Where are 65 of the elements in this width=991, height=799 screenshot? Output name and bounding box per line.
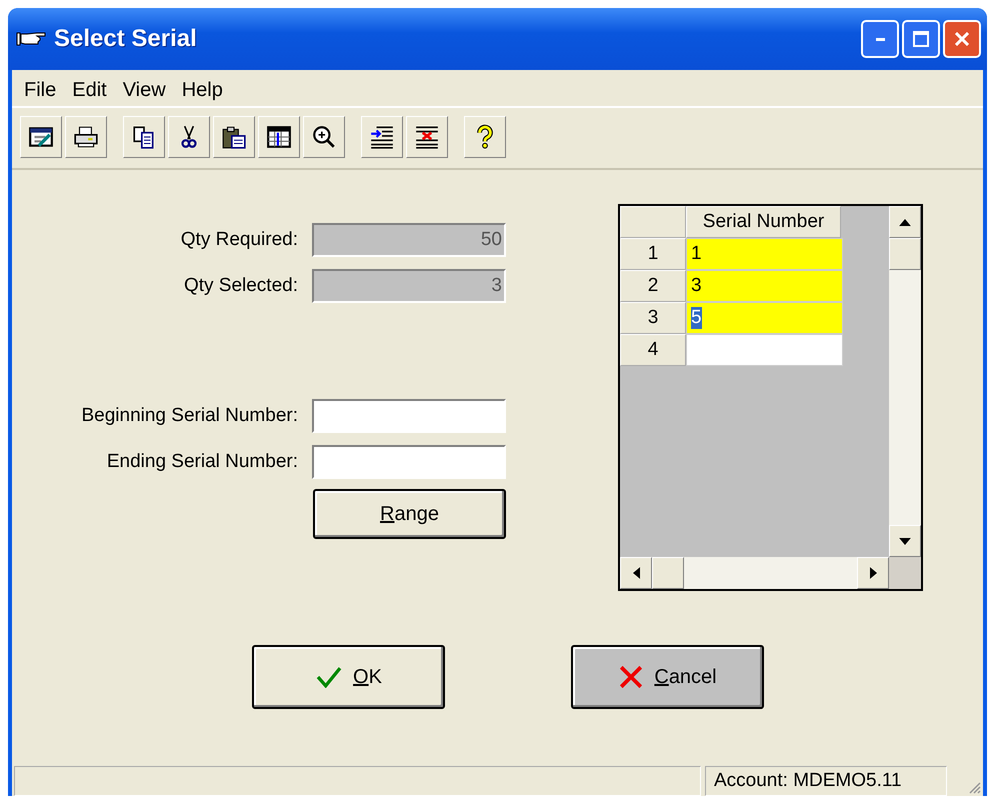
table-icon (266, 124, 292, 150)
table-cell[interactable] (686, 334, 843, 366)
range-button[interactable]: Range (313, 489, 506, 539)
printer-button[interactable] (65, 116, 107, 158)
field-label: Qty Required: (180, 229, 298, 251)
table-cell[interactable]: 3 (686, 270, 843, 302)
delete-lines-icon (414, 124, 440, 150)
scissors-button[interactable] (168, 116, 210, 158)
menu-item[interactable]: Edit (66, 78, 113, 102)
copy-button[interactable] (123, 116, 165, 158)
scroll-thumb[interactable] (889, 238, 921, 270)
scroll-right-button[interactable] (857, 557, 889, 589)
insert-lines-button[interactable] (361, 116, 403, 158)
pointing-hand-icon (16, 31, 46, 47)
row-header[interactable]: 3 (620, 302, 686, 334)
table-cell[interactable]: 5 (686, 302, 843, 334)
vertical-scrollbar[interactable] (889, 206, 921, 557)
form-icon (28, 124, 54, 150)
menu-item[interactable]: View (116, 78, 172, 102)
minimize-icon (876, 38, 884, 40)
checkmark-icon (315, 666, 344, 688)
scroll-down-button[interactable] (889, 525, 921, 557)
left-triangle-icon (632, 567, 640, 579)
horizontal-scrollbar[interactable] (620, 557, 889, 589)
down-triangle-icon (899, 538, 911, 544)
row-header[interactable]: 4 (620, 334, 686, 366)
maximize-button[interactable] (902, 20, 940, 58)
ok-button[interactable]: OK (252, 645, 445, 709)
clipboard-icon (221, 124, 247, 150)
maximize-icon (913, 31, 929, 47)
x-icon (618, 664, 644, 690)
row-header[interactable]: 2 (620, 270, 686, 302)
form-button[interactable] (20, 116, 62, 158)
up-triangle-icon (899, 218, 911, 226)
field-label: Qty Selected: (184, 275, 298, 297)
row-header[interactable]: 1 (620, 238, 686, 270)
magnifier-button[interactable] (303, 116, 345, 158)
printer-icon (73, 124, 99, 150)
grid-corner-header (620, 206, 686, 238)
field-label: Beginning Serial Number: (81, 405, 298, 427)
magnifier-icon (311, 124, 337, 150)
minimize-button[interactable] (861, 20, 899, 58)
table-cell[interactable]: 1 (686, 238, 843, 270)
scroll-left-button[interactable] (620, 557, 652, 589)
field-label: Ending Serial Number: (106, 451, 298, 473)
delete-lines-button[interactable] (406, 116, 448, 158)
resize-grip-icon (967, 780, 981, 794)
column-header[interactable]: Serial Number (686, 206, 841, 238)
account-label: Account: MDEMO5.11 (705, 766, 947, 796)
question-mark-button[interactable] (464, 116, 506, 158)
insert-lines-icon (369, 124, 395, 150)
table-button[interactable] (258, 116, 300, 158)
scrollbar-corner (889, 557, 921, 589)
window-title: Select Serial (54, 25, 198, 53)
right-triangle-icon (870, 567, 876, 579)
input-field[interactable] (312, 445, 506, 479)
menu-item[interactable]: Help (176, 78, 229, 102)
menu-item[interactable]: File (18, 78, 62, 102)
clipboard-button[interactable] (213, 116, 255, 158)
scroll-up-button[interactable] (889, 206, 921, 238)
input-field[interactable] (312, 399, 506, 433)
close-button[interactable] (943, 20, 981, 58)
cancel-button[interactable]: Cancel (571, 645, 764, 709)
scroll-thumb[interactable] (652, 557, 684, 589)
close-icon (955, 32, 969, 46)
